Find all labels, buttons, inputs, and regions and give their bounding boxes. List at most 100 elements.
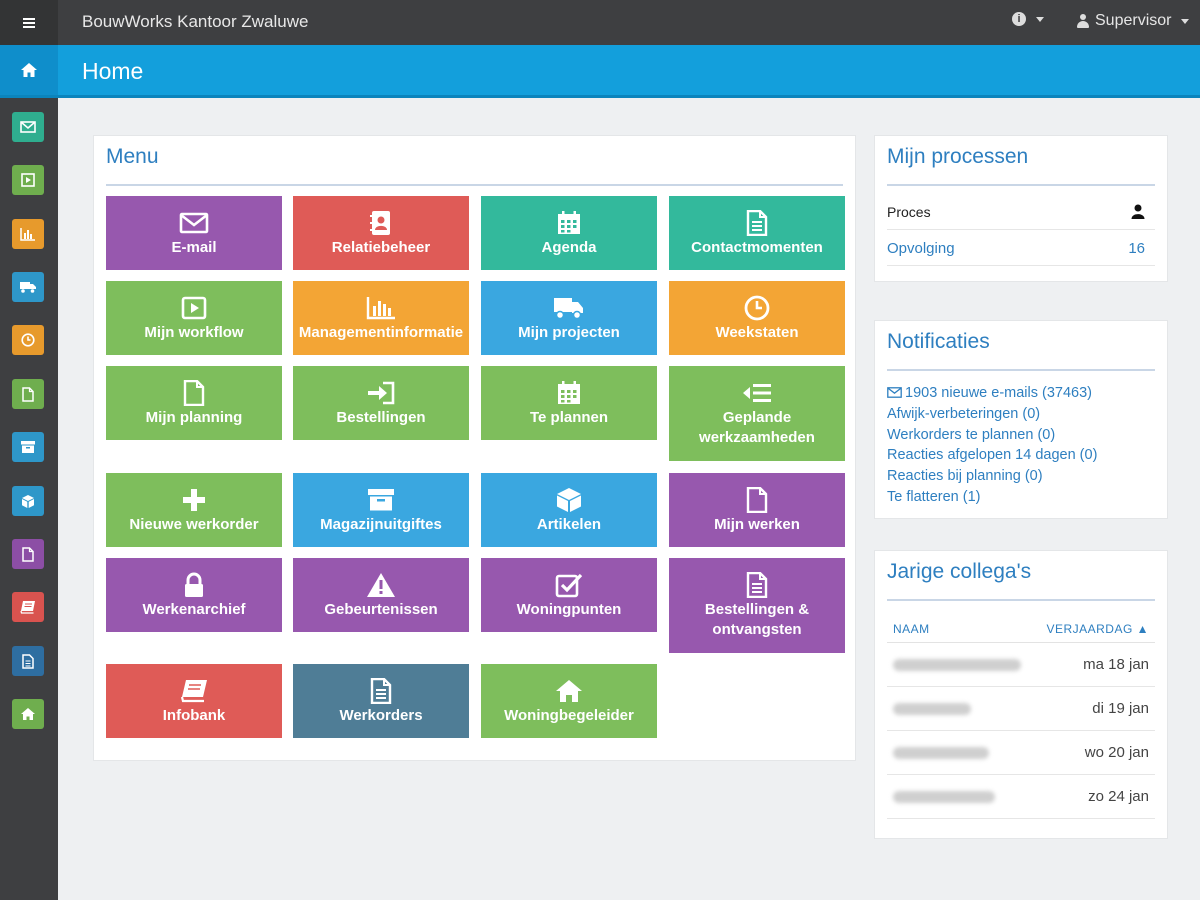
sidebar-item-artikelen[interactable] <box>12 486 44 516</box>
hamburger-icon <box>23 21 35 24</box>
tile-label: Bestellingen <box>336 409 426 426</box>
tile-email[interactable]: E-mail <box>106 196 282 270</box>
birthday-date: zo 24 jan <box>1088 788 1149 805</box>
process-count[interactable]: 16 <box>1128 240 1145 257</box>
notification-werkorders[interactable]: Werkorders te plannen (0) <box>887 425 1157 446</box>
notification-reacties-14[interactable]: Reacties afgelopen 14 dagen (0) <box>887 445 1157 466</box>
file-text-icon <box>746 572 768 598</box>
tile-managementinformatie[interactable]: Managementinformatie <box>293 281 469 355</box>
tile-label: Woningpunten <box>516 601 622 618</box>
cube-icon <box>557 488 581 512</box>
app-title: BouwWorks Kantoor Zwaluwe <box>82 12 309 31</box>
tile-label: Mijn werken <box>714 516 800 533</box>
processes-header-row: Proces <box>887 194 1155 230</box>
file-text-icon <box>746 210 768 236</box>
tile-nieuwe-werkorder[interactable]: Nieuwe werkorder <box>106 473 282 547</box>
tile-woningpunten[interactable]: Woningpunten <box>481 558 657 632</box>
tile-mijn-werken[interactable]: Mijn werken <box>669 473 845 547</box>
tile-weekstaten[interactable]: Weekstaten <box>669 281 845 355</box>
page-title: Home <box>82 58 144 84</box>
envelope-icon <box>20 121 36 133</box>
sidebar-item-infobank[interactable] <box>12 592 44 622</box>
tile-geplande-werkzaamheden[interactable]: Geplande werkzaamheden <box>669 366 845 461</box>
table-row: di 19 jan <box>887 687 1155 731</box>
redacted-name <box>893 703 971 715</box>
sidebar-item-woningbegeleider[interactable] <box>12 699 44 729</box>
chevron-down-icon <box>1036 16 1044 22</box>
sidebar-item-projects[interactable] <box>12 272 44 302</box>
notification-reacties-planning[interactable]: Reacties bij planning (0) <box>887 466 1157 487</box>
tile-label: Contactmomenten <box>691 239 823 256</box>
sidebar-item-email[interactable] <box>12 112 44 142</box>
tile-magazijnuitgiftes[interactable]: Magazijnuitgiftes <box>293 473 469 547</box>
tile-label: Mijn projecten <box>518 324 620 341</box>
tile-te-plannen[interactable]: Te plannen <box>481 366 657 440</box>
tile-mijn-projecten[interactable]: Mijn projecten <box>481 281 657 355</box>
chevron-down-icon <box>1181 18 1190 24</box>
calendar-icon <box>558 381 580 404</box>
bar-chart-icon <box>366 297 395 320</box>
tile-bestellingen-ontvangsten[interactable]: Bestellingen & ontvangsten <box>669 558 845 653</box>
birthdays-table-header: NAAM VERJAARDAG ▲ <box>887 613 1155 643</box>
sidebar-item-magazijn[interactable] <box>12 432 44 462</box>
book-icon <box>20 601 35 614</box>
birthdays-panel: Jarige collega's NAAM VERJAARDAG ▲ ma 18… <box>874 550 1168 839</box>
user-name: Supervisor <box>1095 12 1172 29</box>
column-header-birthday[interactable]: VERJAARDAG ▲ <box>1046 622 1149 636</box>
tile-gebeurtenissen[interactable]: Gebeurtenissen <box>293 558 469 632</box>
tile-agenda[interactable]: Agenda <box>481 196 657 270</box>
notification-emails[interactable]: 1903 nieuwe e-mails (37463) <box>887 383 1157 404</box>
tile-werkorders[interactable]: Werkorders <box>293 664 469 738</box>
tile-label: Nieuwe werkorder <box>129 516 259 533</box>
column-header-name[interactable]: NAAM <box>893 622 930 636</box>
address-book-icon <box>370 211 390 235</box>
birthdays-divider <box>887 599 1155 601</box>
user-dropdown[interactable]: Supervisor <box>1077 12 1190 30</box>
calendar-icon <box>558 211 580 234</box>
tile-mijn-workflow[interactable]: Mijn workflow <box>106 281 282 355</box>
sidebar-item-werkorders[interactable] <box>12 646 44 676</box>
tile-mijn-planning[interactable]: Mijn planning <box>106 366 282 440</box>
sidebar-item-werken[interactable] <box>12 539 44 569</box>
tile-contactmomenten[interactable]: Contactmomenten <box>669 196 845 270</box>
processes-panel: Mijn processen Proces Opvolging 16 <box>874 135 1168 282</box>
archive-icon <box>368 489 394 511</box>
tile-woningbegeleider[interactable]: Woningbegeleider <box>481 664 657 738</box>
info-dropdown[interactable]: i <box>1012 12 1044 26</box>
check-square-icon <box>555 573 583 598</box>
clock-icon <box>744 295 770 321</box>
tile-artikelen[interactable]: Artikelen <box>481 473 657 547</box>
process-column-header: Proces <box>887 204 931 220</box>
notifications-title: Notificaties <box>887 330 990 353</box>
tile-label: Werkorders <box>339 707 423 724</box>
process-row-opvolging[interactable]: Opvolging 16 <box>887 230 1155 266</box>
redacted-name <box>893 659 1021 671</box>
tile-bestellingen[interactable]: Bestellingen <box>293 366 469 440</box>
hamburger-menu-button[interactable] <box>0 0 58 45</box>
notification-afwijk[interactable]: Afwijk-verbeteringen (0) <box>887 404 1157 425</box>
tile-label-line1: Geplande <box>722 409 792 426</box>
tile-label: E-mail <box>171 239 217 256</box>
notifications-panel: Notificaties 1903 nieuwe e-mails (37463)… <box>874 320 1168 519</box>
sidebar-item-management[interactable] <box>12 219 44 249</box>
play-icon <box>21 173 35 187</box>
home-button[interactable] <box>0 45 58 95</box>
menu-panel: Menu E-mail Relatiebeheer Agenda Contact… <box>93 135 856 761</box>
sidebar-item-workflow[interactable] <box>12 165 44 195</box>
tile-label: Te plannen <box>529 409 609 426</box>
birthday-date: di 19 jan <box>1092 700 1149 717</box>
tile-infobank[interactable]: Infobank <box>106 664 282 738</box>
menu-divider <box>106 184 843 186</box>
sidebar-item-planning[interactable] <box>12 379 44 409</box>
process-label[interactable]: Opvolging <box>887 240 955 257</box>
sidebar-item-weekstaten[interactable] <box>12 325 44 355</box>
redacted-name <box>893 791 995 803</box>
tile-label: Managementinformatie <box>298 324 464 341</box>
tile-werkenarchief[interactable]: Werkenarchief <box>106 558 282 632</box>
tile-relatiebeheer[interactable]: Relatiebeheer <box>293 196 469 270</box>
home-icon <box>21 708 35 720</box>
clock-icon <box>21 333 35 347</box>
notification-te-flatteren[interactable]: Te flatteren (1) <box>887 487 1157 508</box>
notification-text: 1903 nieuwe e-mails (37463) <box>905 385 1092 401</box>
tile-label: Weekstaten <box>715 324 799 341</box>
